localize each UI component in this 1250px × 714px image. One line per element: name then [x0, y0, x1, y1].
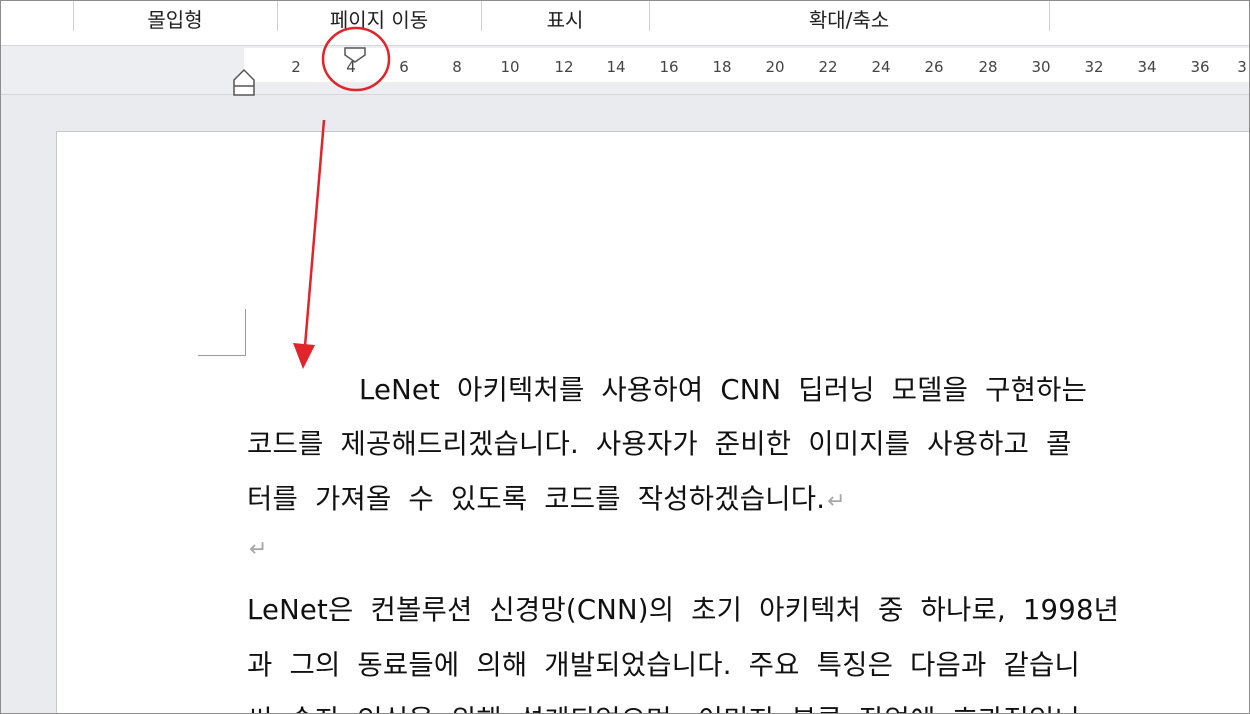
ruler-tick: 3 — [1237, 58, 1247, 76]
ruler-tick: 24 — [871, 58, 891, 76]
left-indent-marker[interactable] — [231, 67, 259, 97]
ruler-tick: 6 — [399, 58, 409, 76]
ribbon-group-page-move[interactable]: 페이지 이동 — [277, 1, 481, 41]
ribbon-group-show[interactable]: 표시 — [481, 1, 649, 41]
ruler-tick: 34 — [1137, 58, 1157, 76]
ruler-tick: 28 — [978, 58, 998, 76]
document-line[interactable]: ↵ — [247, 531, 1249, 563]
ruler-tick: 16 — [659, 58, 679, 76]
ruler-tick: 18 — [712, 58, 732, 76]
document-line[interactable]: LeNet은 컨볼루션 신경망(CNN)의 초기 아키텍처 중 하나로, 199… — [247, 587, 1249, 627]
ruler-tick: 32 — [1084, 58, 1104, 76]
ruler-tick: 30 — [1031, 58, 1051, 76]
document-line[interactable]: 코드를 제공해드리겠습니다. 사용자가 준비한 이미지를 사용하고 콜 — [247, 421, 1249, 461]
window: 몰입형 페이지 이동 표시 확대/축소 2 4 6 8 10 12 14 16 … — [0, 0, 1250, 714]
document-line[interactable]: 과 그의 동료들에 의해 개발되었습니다. 주요 특징은 다음과 같습니 — [247, 642, 1249, 682]
document-line[interactable]: 씨 숫자 인식을 위해 설계되었으며, 이미지 분류 작업에 효과적입니 — [247, 697, 1249, 713]
ruler-tick: 26 — [924, 58, 944, 76]
ribbon-separator — [1049, 1, 1050, 31]
ruler-tick: 20 — [765, 58, 785, 76]
ruler-tick: 2 — [291, 58, 301, 76]
ruler-tick: 12 — [554, 58, 574, 76]
paragraph-mark-icon: ↵ — [827, 489, 846, 514]
paragraph-mark-icon: ↵ — [249, 537, 268, 562]
line-text: 터를 가져올 수 있도록 코드를 작성하겠습니다. — [247, 483, 826, 515]
ribbon-group-labels: 몰입형 페이지 이동 표시 확대/축소 — [1, 1, 1249, 46]
ruler-tick: 10 — [500, 58, 520, 76]
ruler-tick: 14 — [606, 58, 626, 76]
ruler-tick: 22 — [818, 58, 838, 76]
ruler-tick: 36 — [1190, 58, 1210, 76]
margin-corner-mark — [198, 309, 246, 356]
horizontal-ruler[interactable]: 2 4 6 8 10 12 14 16 18 20 22 24 26 28 30… — [244, 48, 1249, 82]
document-line[interactable]: LeNet 아키텍처를 사용하여 CNN 딥러닝 모델을 구현하는 — [247, 367, 1249, 407]
ribbon-group-immersive[interactable]: 몰입형 — [73, 1, 277, 41]
first-line-indent-marker[interactable] — [342, 45, 370, 65]
ribbon-group-zoom[interactable]: 확대/축소 — [649, 1, 1049, 41]
ruler-tick: 8 — [452, 58, 462, 76]
document-line[interactable]: 터를 가져올 수 있도록 코드를 작성하겠습니다.↵ — [247, 476, 1249, 516]
